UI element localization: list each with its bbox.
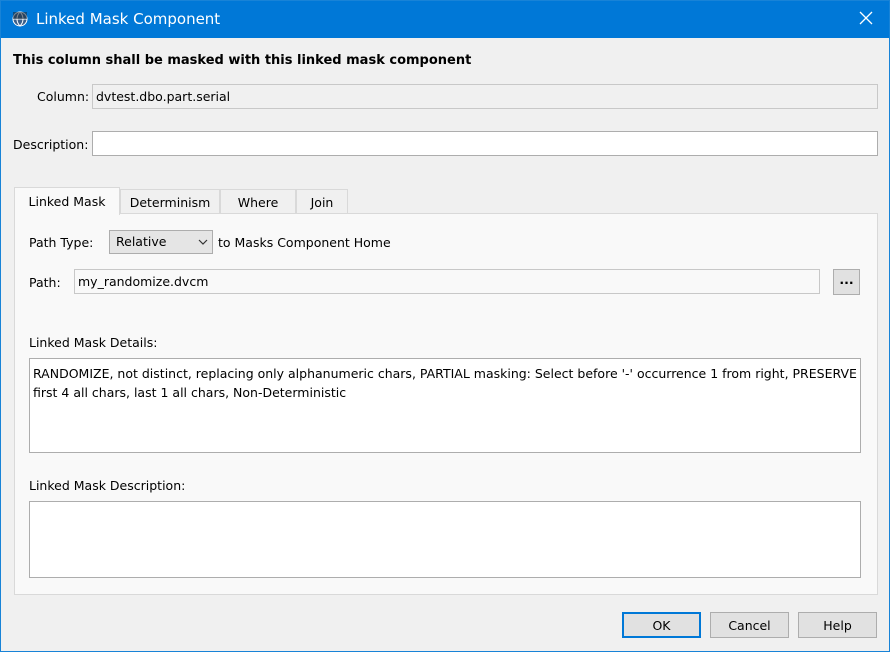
linked-mask-description-label: Linked Mask Description: [29,478,186,493]
path-type-suffix: to Masks Component Home [218,235,391,250]
tab-label: Determinism [129,194,211,210]
path-type-select[interactable]: Relative [109,230,213,254]
window-title: Linked Mask Component [36,10,221,28]
close-button[interactable] [843,1,889,38]
chevron-down-icon [198,236,208,248]
ok-button[interactable]: OK [622,612,701,638]
tab-linked-mask[interactable]: Linked Mask [14,187,120,215]
title-bar[interactable]: Linked Mask Component [1,1,889,38]
cancel-button-label: Cancel [728,617,771,633]
path-label: Path: [29,275,61,290]
description-field[interactable] [92,131,878,156]
tab-label: Where [237,194,279,210]
description-label: Description: [13,137,89,152]
dialog-window: Linked Mask Component This column shall … [0,0,890,652]
column-label: Column: [37,89,90,104]
ok-button-label: OK [652,617,671,633]
tab-label: Linked Mask [28,194,106,209]
dialog-heading: This column shall be masked with this li… [13,53,472,68]
help-button[interactable]: Help [798,612,877,638]
tab-label: Join [310,194,334,210]
browse-button[interactable]: ... [833,269,860,295]
linked-mask-description-textarea[interactable] [29,501,861,578]
tab-determinism[interactable]: Determinism [120,189,220,214]
linked-mask-details-label: Linked Mask Details: [29,335,158,350]
path-type-label: Path Type: [29,235,94,250]
linked-mask-details-textarea[interactable]: RANDOMIZE, not distinct, replacing only … [29,358,861,453]
path-field[interactable]: my_randomize.dvcm [74,269,820,294]
app-globe-icon [12,11,28,27]
help-button-label: Help [823,617,852,633]
close-icon [859,11,873,28]
column-field: dvtest.dbo.part.serial [92,84,878,109]
tab-where[interactable]: Where [220,189,296,214]
path-type-value: Relative [116,234,167,249]
tab-join[interactable]: Join [296,189,348,214]
cancel-button[interactable]: Cancel [710,612,789,638]
